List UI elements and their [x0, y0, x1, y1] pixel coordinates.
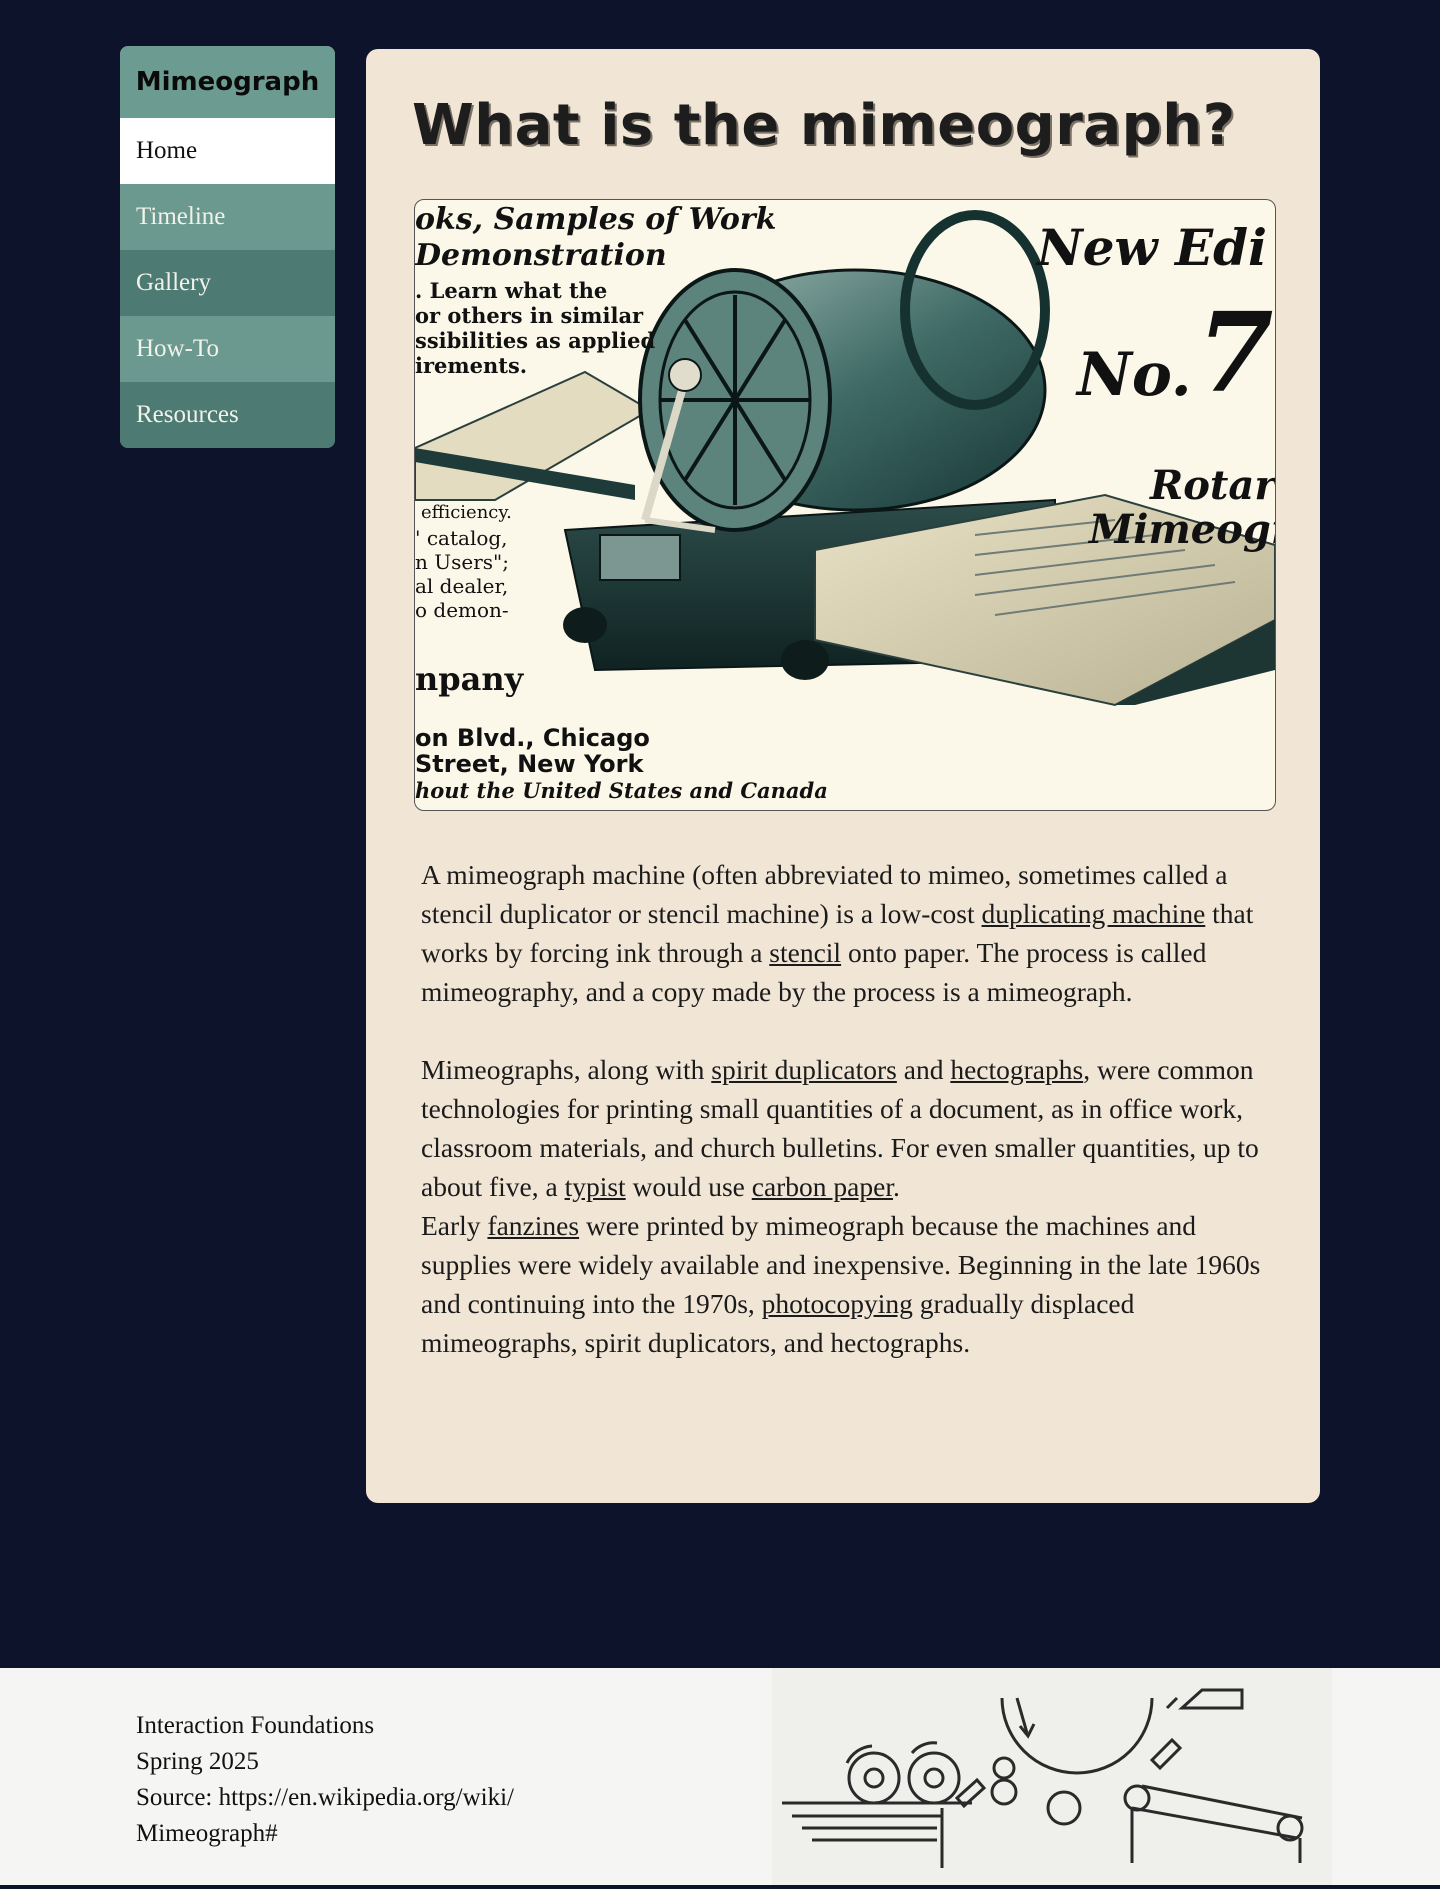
footer-source: Source: https://en.wikipedia.org/wiki/	[136, 1784, 514, 1811]
nav-item-how-to[interactable]: How-To	[120, 316, 335, 382]
footer-credits: Interaction Foundations Spring 2025 Sour…	[136, 1708, 514, 1852]
ad-line: o demon-	[415, 598, 509, 622]
ad-line: irements.	[415, 353, 528, 378]
article-body: A mimeograph machine (often abbreviated …	[421, 855, 1271, 1401]
ad-line: . Learn what the	[415, 278, 608, 303]
nav-item-home[interactable]: Home	[120, 118, 335, 184]
link-hectographs[interactable]: hectographs	[950, 1054, 1083, 1085]
link-spirit-duplicators[interactable]: spirit duplicators	[711, 1054, 897, 1085]
nav-item-timeline[interactable]: Timeline	[120, 184, 335, 250]
ad-line: npany	[415, 660, 524, 698]
ad-line: al dealer,	[415, 574, 509, 598]
footer: Interaction Foundations Spring 2025 Sour…	[0, 1668, 1440, 1885]
link-stencil[interactable]: stencil	[769, 937, 841, 968]
paragraph-intro: A mimeograph machine (often abbreviated …	[421, 855, 1271, 1011]
nav-item-gallery[interactable]: Gallery	[120, 250, 335, 316]
mimeograph-ad-image: oks, Samples of Work Demonstration . Lea…	[414, 199, 1276, 811]
footer-course: Interaction Foundations	[136, 1712, 375, 1739]
ad-line: Mimeogr	[1089, 506, 1276, 553]
paragraph-history: Mimeographs, along with spirit duplicato…	[421, 1050, 1271, 1362]
ad-line: hout the United States and Canada	[415, 778, 828, 803]
link-carbon-paper[interactable]: carbon paper	[752, 1171, 893, 1202]
link-photocopying[interactable]: photocopying	[762, 1288, 913, 1319]
ad-line: Demonstration	[415, 238, 667, 273]
footer-term: Spring 2025	[136, 1748, 259, 1775]
ad-line: Rotar	[1150, 462, 1276, 509]
ad-line: 7	[1197, 288, 1274, 417]
mimeograph-diagram-image	[772, 1668, 1332, 1885]
main-card: What is the mimeograph? oks, Samples of …	[366, 49, 1320, 1503]
ad-line: Street, New York	[415, 750, 644, 778]
ad-line: ssibilities as applied	[415, 328, 656, 353]
paragraph-text: Early	[421, 1210, 488, 1241]
paragraph-text: .	[892, 1171, 900, 1202]
link-duplicating-machine[interactable]: duplicating machine	[982, 898, 1206, 929]
nav-item-resources[interactable]: Resources	[120, 382, 335, 448]
link-typist[interactable]: typist	[565, 1171, 626, 1202]
ad-line: ' catalog,	[415, 526, 508, 550]
ad-line: No.	[1077, 340, 1192, 410]
paragraph-text: and	[896, 1054, 951, 1085]
ad-line: or others in similar	[415, 303, 644, 328]
site-brand[interactable]: Mimeograph	[120, 46, 335, 118]
ad-line: efficiency.	[421, 502, 512, 523]
paragraph-text: Mimeographs, along with	[421, 1054, 712, 1085]
paragraph-text: would use	[625, 1171, 752, 1202]
sidebar-nav: Mimeograph Home Timeline Gallery How-To …	[120, 46, 335, 448]
ad-line: on Blvd., Chicago	[415, 724, 650, 752]
ad-line: New Edi	[1037, 218, 1268, 277]
ad-line: oks, Samples of Work	[415, 202, 777, 237]
ad-line: n Users";	[415, 550, 509, 574]
mechanism-diagram-icon	[782, 1688, 1304, 1868]
footer-source-cont: Mimeograph#	[136, 1820, 278, 1847]
link-fanzines[interactable]: fanzines	[487, 1210, 579, 1241]
page-title: What is the mimeograph?	[412, 93, 1236, 158]
